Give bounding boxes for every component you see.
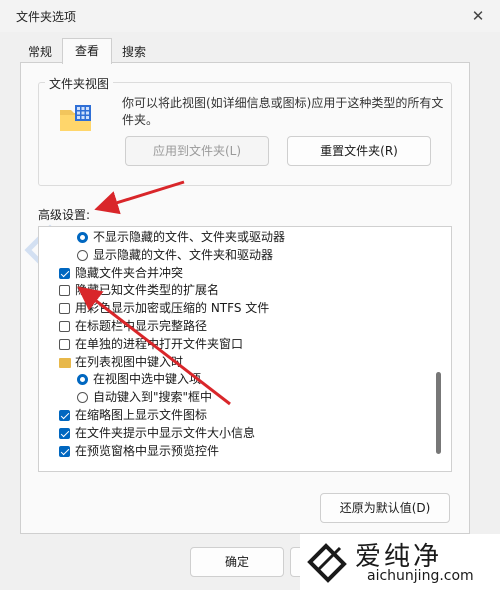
- checkbox[interactable]: [59, 338, 70, 350]
- radio-button[interactable]: [77, 392, 88, 404]
- setting-label: 不显示隐藏的文件、文件夹或驱动器: [93, 230, 286, 244]
- setting-label: 隐藏文件夹合并冲突: [75, 265, 184, 280]
- checkbox[interactable]: [59, 427, 70, 439]
- advanced-settings-list[interactable]: 不显示隐藏的文件、文件夹或驱动器 显示隐藏的文件、文件夹和驱动器隐藏文件夹合并冲突…: [38, 226, 452, 472]
- advanced-setting-item[interactable]: 隐藏文件夹合并冲突: [39, 265, 451, 283]
- restore-defaults-button[interactable]: 还原为默认值(D): [320, 493, 450, 523]
- advanced-setting-item[interactable]: 在文件夹提示中显示文件大小信息: [39, 425, 451, 443]
- advanced-setting-item[interactable]: 在列表视图中键入时: [39, 354, 451, 372]
- setting-label: 显示隐藏的文件、文件夹和驱动器: [93, 247, 274, 262]
- advanced-setting-item[interactable]: 在视图中选中键入项: [39, 371, 451, 389]
- radio-button[interactable]: [77, 249, 88, 261]
- folder-view-icon: [60, 105, 91, 131]
- checkbox[interactable]: [59, 409, 70, 421]
- advanced-setting-item[interactable]: 在缩略图上显示文件图标: [39, 407, 451, 425]
- checkbox[interactable]: [59, 285, 70, 297]
- brand-url: aichunjing.com: [367, 568, 474, 584]
- setting-label: 在文件夹提示中显示文件大小信息: [75, 425, 256, 440]
- tab-search[interactable]: 搜索: [114, 42, 154, 62]
- checkbox[interactable]: [59, 320, 70, 332]
- advanced-setting-item[interactable]: 隐藏已知文件类型的扩展名: [39, 282, 451, 300]
- brand-logo-icon: [307, 543, 347, 583]
- ok-button[interactable]: 确定: [190, 547, 284, 577]
- folder-views-description: 你可以将此视图(如详细信息或图标)应用于这种类型的所有文件夹。: [122, 96, 444, 127]
- folder-icon: [59, 357, 71, 368]
- advanced-setting-item[interactable]: 自动键入到"搜索"框中: [39, 389, 451, 407]
- radio-button[interactable]: [77, 374, 88, 386]
- checkbox[interactable]: [59, 267, 70, 279]
- advanced-settings-label: 高级设置:: [38, 208, 91, 222]
- advanced-setting-item[interactable]: 在标题栏中显示完整路径: [39, 318, 451, 336]
- advanced-setting-item[interactable]: 不显示隐藏的文件、文件夹或驱动器: [39, 229, 451, 247]
- advanced-setting-item[interactable]: 在单独的进程中打开文件夹窗口: [39, 336, 451, 354]
- checkbox[interactable]: [59, 303, 70, 315]
- setting-label: 在单独的进程中打开文件夹窗口: [75, 336, 244, 351]
- setting-label: 在标题栏中显示完整路径: [75, 318, 208, 333]
- apply-to-folders-button[interactable]: 应用到文件夹(L): [125, 136, 269, 166]
- checkbox[interactable]: [59, 445, 70, 457]
- setting-label: 在列表视图中键入时: [75, 354, 184, 369]
- setting-label: 在预览窗格中显示预览控件: [75, 443, 220, 458]
- tab-general[interactable]: 常规: [20, 42, 60, 62]
- tab-view[interactable]: 查看: [62, 38, 112, 64]
- folder-views-title: 文件夹视图: [45, 75, 114, 92]
- setting-label: 用彩色显示加密或压缩的 NTFS 文件: [75, 301, 270, 316]
- reset-folders-button[interactable]: 重置文件夹(R): [287, 136, 431, 166]
- advanced-setting-item[interactable]: 用彩色显示加密或压缩的 NTFS 文件: [39, 300, 451, 318]
- setting-label: 自动键入到"搜索"框中: [93, 390, 213, 405]
- close-icon[interactable]: ✕: [466, 6, 490, 26]
- setting-label: 在缩略图上显示文件图标: [75, 407, 208, 422]
- scrollbar-thumb[interactable]: [436, 372, 441, 454]
- advanced-setting-item[interactable]: 在预览窗格中显示预览控件: [39, 443, 451, 461]
- setting-label: 在视图中选中键入项: [93, 372, 202, 387]
- setting-label: 隐藏已知文件类型的扩展名: [75, 283, 220, 298]
- radio-button[interactable]: [77, 232, 88, 243]
- window-title: 文件夹选项: [16, 10, 77, 24]
- advanced-setting-item[interactable]: 显示隐藏的文件、文件夹和驱动器: [39, 247, 451, 265]
